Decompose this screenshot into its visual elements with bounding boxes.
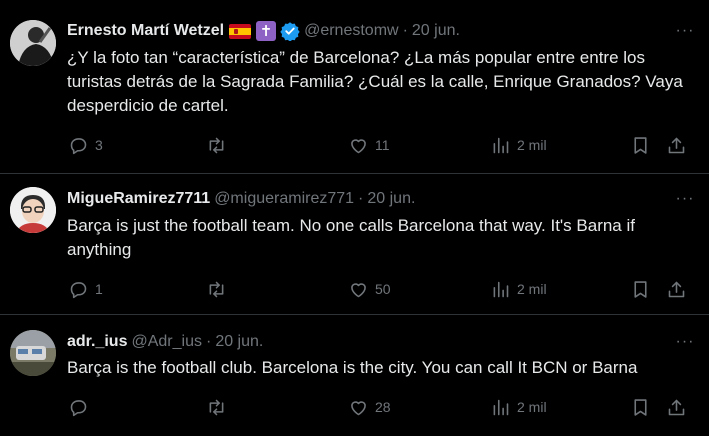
- tweet[interactable]: MigueRamirez7711 @migueramirez771 · 20 j…: [0, 174, 709, 315]
- tweet-actions: 28 2 mil: [60, 392, 700, 422]
- reply-button[interactable]: 3: [68, 130, 103, 160]
- verified-badge-icon[interactable]: [280, 21, 300, 41]
- share-button[interactable]: [666, 392, 687, 422]
- tweet[interactable]: adr._ius @Adr_ius · 20 jun. ··· Barça is…: [0, 315, 709, 436]
- author-name[interactable]: adr._ius: [67, 333, 127, 351]
- bookmark-icon: [634, 280, 647, 298]
- tweet-actions: 3 11 2 mil: [60, 130, 700, 160]
- reply-count: 3: [95, 137, 103, 153]
- views-icon: [493, 137, 509, 153]
- bookmark-button[interactable]: [630, 130, 651, 160]
- bookmark-button[interactable]: [630, 274, 651, 304]
- like-count: 11: [375, 137, 390, 153]
- like-icon: [351, 138, 366, 153]
- tweet-header: Ernesto Martí Wetzel ✝ @ernestomw · 20 j…: [67, 20, 460, 42]
- retweet-button[interactable]: [206, 130, 233, 160]
- more-icon[interactable]: ···: [675, 332, 695, 352]
- avatar[interactable]: [10, 187, 56, 233]
- author-handle[interactable]: @Adr_ius: [131, 333, 202, 351]
- separator: ·: [358, 190, 364, 207]
- retweet-button[interactable]: [206, 392, 233, 422]
- latin-cross-icon: ✝: [256, 21, 277, 41]
- like-count: 28: [375, 399, 391, 415]
- views-count: 2 mil: [517, 137, 547, 153]
- avatar[interactable]: [10, 20, 56, 66]
- more-icon[interactable]: ···: [675, 21, 695, 41]
- author-name[interactable]: Ernesto Martí Wetzel: [67, 22, 224, 40]
- author-name[interactable]: MigueRamirez7711: [67, 190, 210, 208]
- bookmark-icon: [634, 136, 647, 154]
- retweet-icon: [209, 399, 224, 415]
- bookmark-icon: [634, 398, 647, 416]
- views-button[interactable]: 2 mil: [490, 392, 547, 422]
- views-icon: [493, 399, 509, 415]
- reply-icon: [70, 399, 87, 416]
- reply-count: 1: [95, 281, 103, 297]
- separator: ·: [402, 22, 408, 39]
- tweet-date[interactable]: 20 jun.: [215, 333, 263, 351]
- like-button[interactable]: 28: [348, 392, 391, 422]
- like-icon: [351, 282, 366, 297]
- share-button[interactable]: [666, 274, 687, 304]
- reply-button[interactable]: [68, 392, 95, 422]
- share-icon: [668, 137, 685, 153]
- retweet-icon: [209, 137, 224, 153]
- replies-feed: Ernesto Martí Wetzel ✝ @ernestomw · 20 j…: [0, 0, 709, 436]
- separator: ·: [205, 333, 212, 350]
- tweet-header: adr._ius @Adr_ius · 20 jun.: [67, 331, 263, 353]
- more-icon[interactable]: ···: [675, 189, 695, 209]
- tweet-actions: 1 50 2 mil: [60, 274, 700, 304]
- reply-icon: [70, 137, 87, 154]
- like-button[interactable]: 50: [348, 274, 391, 304]
- tweet-date[interactable]: 20 jun.: [412, 22, 460, 40]
- like-icon: [351, 400, 366, 415]
- views-icon: [493, 281, 509, 297]
- author-handle[interactable]: @migueramirez771: [214, 190, 354, 208]
- author-handle[interactable]: @ernestomw: [304, 22, 399, 40]
- share-button[interactable]: [666, 130, 687, 160]
- reply-button[interactable]: 1: [68, 274, 103, 304]
- like-count: 50: [375, 281, 391, 297]
- share-icon: [668, 399, 685, 415]
- views-count: 2 mil: [517, 281, 547, 297]
- tweet-text: ¿Y la foto tan “característica” de Barce…: [67, 48, 683, 115]
- tweet[interactable]: Ernesto Martí Wetzel ✝ @ernestomw · 20 j…: [0, 0, 709, 174]
- like-button[interactable]: 11: [348, 130, 390, 160]
- bookmark-button[interactable]: [630, 392, 651, 422]
- views-button[interactable]: 2 mil: [490, 274, 547, 304]
- reply-icon: [70, 281, 87, 298]
- share-icon: [668, 281, 685, 297]
- views-button[interactable]: 2 mil: [490, 130, 547, 160]
- tweet-text: Barça is the football club. Barcelona is…: [67, 358, 638, 377]
- tweet-text: Barça is just the football team. No one …: [67, 216, 635, 259]
- retweet-icon: [209, 281, 224, 297]
- avatar[interactable]: [10, 330, 56, 376]
- retweet-button[interactable]: [206, 274, 233, 304]
- views-count: 2 mil: [517, 399, 547, 415]
- tweet-header: MigueRamirez7711 @migueramirez771 · 20 j…: [67, 188, 415, 210]
- spain-flag-icon: [229, 23, 252, 39]
- tweet-date[interactable]: 20 jun.: [367, 190, 415, 208]
